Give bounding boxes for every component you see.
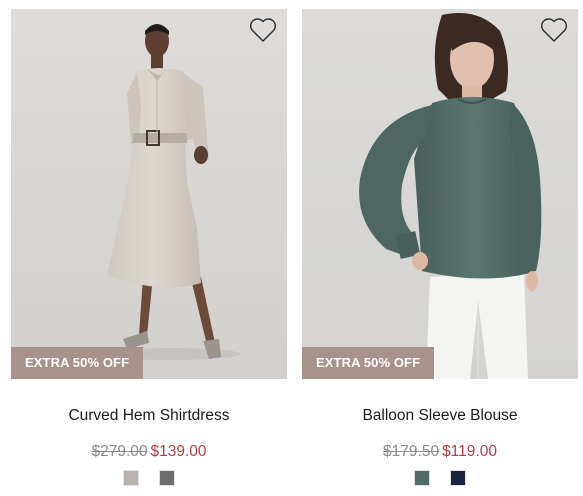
discount-badge: EXTRA 50% OFF [11,347,144,379]
color-swatches [302,470,578,486]
product-image[interactable]: EXTRA 50% OFF [11,9,287,379]
sale-price: $119.00 [442,443,497,460]
heart-outline-icon [250,18,276,42]
color-swatch[interactable] [159,470,175,486]
product-photo-dress [11,9,287,379]
color-swatch[interactable] [123,470,139,486]
product-name[interactable]: Balloon Sleeve Blouse [302,407,578,425]
discount-badge: EXTRA 50% OFF [302,347,435,379]
product-price: $179.50 $119.00 [302,443,578,461]
original-price: $179.50 [383,443,440,460]
sale-price: $139.00 [150,443,207,460]
wishlist-button[interactable] [249,17,277,43]
original-price: $279.00 [91,443,148,460]
product-price: $279.00 $139.00 [11,443,287,461]
product-card[interactable]: EXTRA 50% OFF Balloon Sleeve Blouse $179… [302,9,578,496]
color-swatch[interactable] [414,470,430,486]
heart-outline-icon [541,18,567,42]
product-name[interactable]: Curved Hem Shirtdress [11,407,287,425]
product-image[interactable]: EXTRA 50% OFF [302,9,578,379]
color-swatches [11,470,287,486]
wishlist-button[interactable] [540,17,568,43]
product-photo-blouse [302,9,578,379]
product-card[interactable]: EXTRA 50% OFF Curved Hem Shirtdress $279… [11,9,287,496]
color-swatch[interactable] [450,470,466,486]
